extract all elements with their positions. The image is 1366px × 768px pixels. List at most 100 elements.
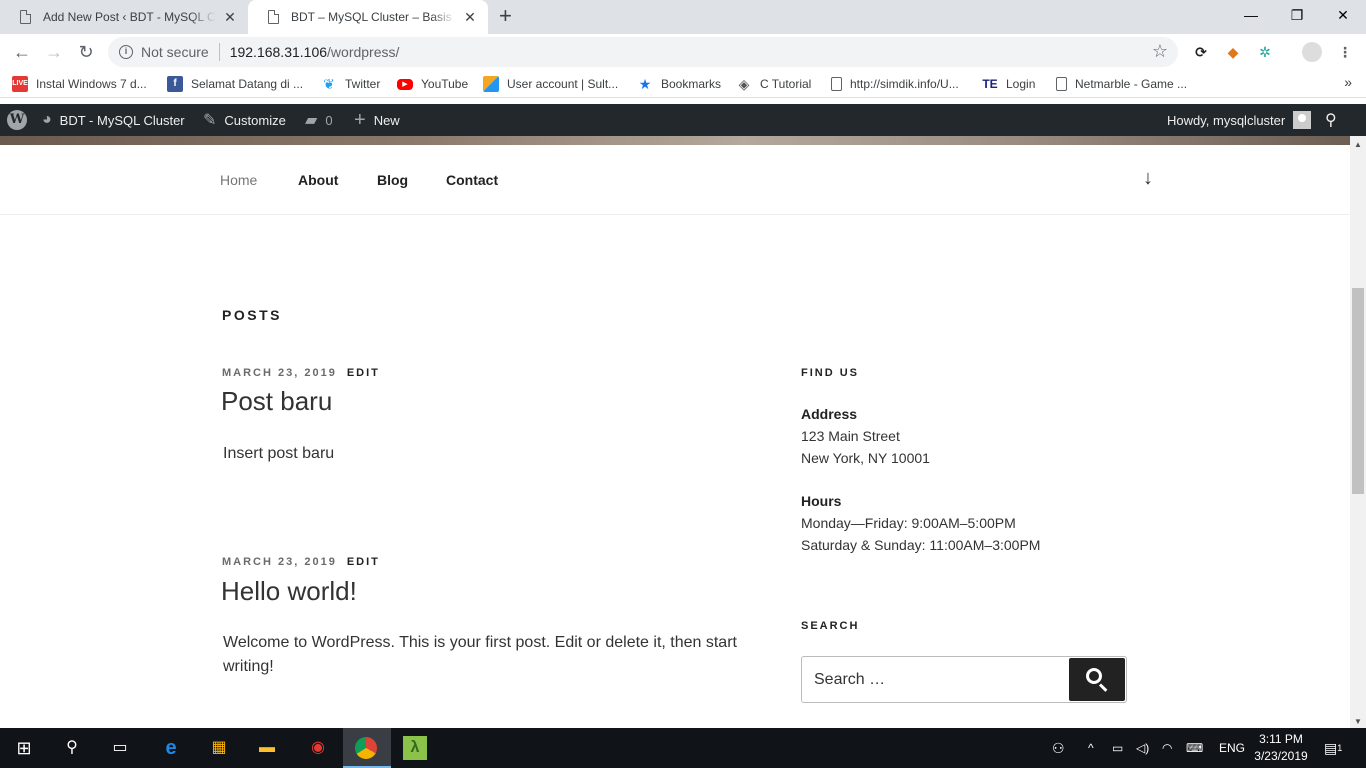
tab-add-new-post[interactable]: Add New Post ‹ BDT - MySQL Cluster — Wor… [0, 0, 248, 34]
scroll-down-icon[interactable]: ▼ [1354, 717, 1362, 726]
tab-close-icon[interactable]: ✕ [222, 9, 238, 26]
bookmark-item[interactable]: ◈ C Tutorial [736, 75, 812, 93]
customize-label: Customize [224, 112, 286, 128]
hours-line: Saturday & Sunday: 11:00AM–3:00PM [801, 537, 1041, 553]
clock-time: 3:11 PM [1259, 732, 1303, 746]
url-text[interactable]: 192.168.31.106/wordpress/ [230, 44, 400, 60]
search-icon-handle [1098, 683, 1108, 692]
file-explorer-icon[interactable]: ▬ [255, 736, 279, 760]
comments-count: 0 [325, 112, 333, 128]
customize-link[interactable]: ✎ Customize [203, 104, 286, 136]
chrome-icon[interactable] [355, 737, 377, 759]
people-icon[interactable]: ⚇ [1052, 728, 1065, 768]
post-date[interactable]: MARCH 23, 2019 [222, 367, 337, 379]
search-button[interactable] [1069, 658, 1125, 701]
post-title[interactable]: Post baru [221, 386, 332, 417]
task-view-icon[interactable]: ▭ [108, 736, 132, 760]
bookmarks-overflow-icon[interactable]: » [1344, 74, 1352, 90]
te-icon: TE [982, 77, 998, 91]
bookmark-label: Login [1006, 77, 1036, 91]
forward-button[interactable]: → [42, 40, 66, 64]
bookmark-item[interactable]: LIVE Instal Windows 7 d... [12, 75, 147, 93]
new-content-link[interactable]: + New [354, 104, 400, 136]
nav-home[interactable]: Home [220, 172, 257, 188]
nav-contact[interactable]: Contact [446, 172, 498, 188]
keyboard-icon[interactable]: ⌨ [1186, 728, 1203, 768]
scroll-thumb[interactable] [1352, 288, 1364, 494]
metamask-extension-icon[interactable]: ◆ [1224, 43, 1242, 61]
bookmark-star-icon[interactable]: ☆ [1152, 41, 1168, 62]
bookmark-item[interactable]: f Selamat Datang di ... [167, 75, 303, 93]
notification-icon[interactable]: ▤ 1 [1324, 728, 1342, 768]
edge-icon[interactable]: e [159, 736, 183, 760]
wp-logo-button[interactable]: W [7, 104, 27, 136]
back-button[interactable]: ← [10, 40, 34, 64]
dashboard-icon: ◕ [42, 111, 52, 128]
info-icon[interactable]: i [119, 45, 133, 59]
search-input[interactable] [802, 657, 1068, 702]
window-close-button[interactable]: ✕ [1320, 0, 1366, 30]
brush-icon: ✎ [203, 112, 217, 129]
post-excerpt: Welcome to WordPress. This is your first… [223, 634, 737, 675]
comments-link[interactable]: ▰ 0 [305, 104, 333, 136]
bookmark-item[interactable]: ★ Bookmarks [637, 75, 721, 93]
clock-date: 3/23/2019 [1254, 749, 1308, 763]
menu-kebab-icon[interactable]: ⋮ [1336, 43, 1354, 61]
sync-extension-icon[interactable]: ⟳ [1192, 43, 1210, 61]
battery-icon[interactable]: ▭ [1112, 728, 1123, 768]
bookmark-item[interactable]: ❦ Twitter [321, 75, 380, 93]
widget-title-search: SEARCH [801, 620, 860, 632]
arrow-down-icon[interactable]: ↓ [1143, 167, 1153, 190]
tab-bdt-mysql-cluster[interactable]: BDT – MySQL Cluster – Basis Data Terdist… [248, 0, 488, 34]
page-scrollbar[interactable]: ▲ ▼ [1350, 136, 1366, 728]
address-line: 123 Main Street [801, 428, 900, 444]
volume-icon[interactable]: ◁) [1136, 728, 1149, 768]
new-tab-button[interactable]: + [499, 5, 512, 27]
address-bar[interactable]: i Not secure 192.168.31.106/wordpress/ ☆ [108, 37, 1178, 67]
bookmark-item[interactable]: ▶ YouTube [397, 75, 468, 93]
search-form [801, 656, 1127, 703]
garena-icon[interactable]: ◉ [306, 736, 330, 760]
search-icon[interactable]: ⚲ [60, 736, 84, 760]
scroll-up-icon[interactable]: ▲ [1354, 140, 1362, 149]
address-line: New York, NY 10001 [801, 450, 930, 466]
browser-tab-strip: Add New Post ‹ BDT - MySQL Cluster — Wor… [0, 0, 1366, 34]
minimize-button[interactable]: — [1228, 0, 1274, 30]
windows-start-icon[interactable]: ⊞ [12, 736, 36, 760]
wordpress-logo-icon: W [7, 110, 27, 130]
url-host: 192.168.31.106 [229, 44, 328, 60]
bookmark-item[interactable]: TE Login [982, 75, 1035, 93]
bookmark-label: Netmarble - Game ... [1075, 77, 1188, 91]
site-name-link[interactable]: ◕ BDT - MySQL Cluster [42, 104, 185, 136]
maximize-button[interactable]: ❐ [1274, 0, 1320, 30]
post-excerpt: Insert post baru [223, 445, 335, 462]
post-date[interactable]: MARCH 23, 2019 [222, 556, 337, 568]
reload-button[interactable]: ↻ [74, 40, 98, 64]
edit-link[interactable]: EDIT [347, 367, 380, 379]
edit-link[interactable]: EDIT [347, 556, 380, 568]
hours-label: Hours [801, 493, 842, 509]
language-indicator[interactable]: ENG [1219, 728, 1245, 768]
bookmark-item[interactable]: Netmarble - Game ... [1054, 75, 1187, 93]
system-clock[interactable]: 3:11 PM 3/23/2019 [1250, 731, 1312, 765]
bookmark-label: Selamat Datang di ... [191, 77, 304, 91]
tab-close-icon[interactable]: ✕ [462, 9, 478, 26]
show-hidden-icons[interactable]: ^ [1088, 728, 1094, 768]
store-icon[interactable]: ▦ [207, 736, 231, 760]
bookmark-label: YouTube [421, 77, 469, 91]
ctutorial-icon: ◈ [738, 76, 750, 92]
nav-blog[interactable]: Blog [377, 172, 408, 188]
bookmark-item[interactable]: http://simdik.info/U... [829, 75, 959, 93]
nav-about[interactable]: About [298, 172, 338, 188]
post-meta: MARCH 23, 2019 EDIT [222, 367, 380, 379]
search-icon[interactable]: ⚲ [1325, 104, 1337, 136]
post-title[interactable]: Hello world! [221, 576, 357, 607]
profile-avatar-icon[interactable] [1302, 42, 1322, 62]
gear-extension-icon[interactable]: ✲ [1256, 43, 1274, 61]
wifi-icon[interactable]: ◠ [1162, 728, 1172, 768]
xampp-icon[interactable]: λ [403, 736, 427, 760]
bookmark-item[interactable]: User account | Sult... [483, 75, 618, 93]
browser-toolbar: ← → ↻ i Not secure 192.168.31.106/wordpr… [0, 34, 1366, 70]
my-account-link[interactable]: Howdy, mysqlcluster [1167, 104, 1312, 136]
site-navigation: Home About Blog Contact ↓ [0, 145, 1350, 215]
